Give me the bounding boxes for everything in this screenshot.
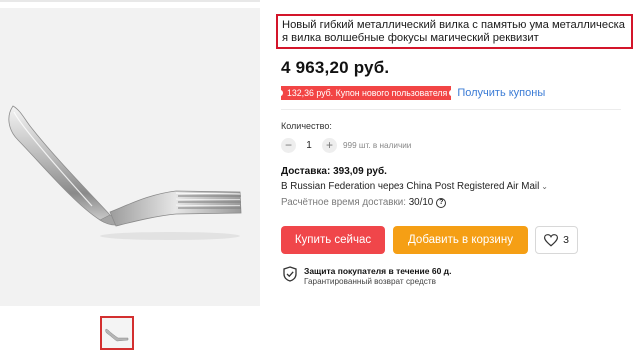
help-icon[interactable]: ?	[436, 197, 447, 208]
quantity-stepper: − 1 + 999 шт. в наличии	[281, 137, 411, 153]
wishlist-button[interactable]: 3	[535, 226, 578, 254]
product-title-highlight: Новый гибкий металлический вилка с памят…	[276, 14, 633, 49]
wishlist-count: 3	[563, 234, 569, 246]
buyer-protection-subtitle: Гарантированный возврат средств	[304, 277, 436, 286]
delivery-route-text: В Russian Federation через China Post Re…	[281, 181, 540, 192]
thumbnail-selected[interactable]	[100, 316, 134, 350]
product-main-image[interactable]	[0, 8, 260, 306]
fork-thumbnail-icon	[105, 328, 129, 342]
stock-count: 999 шт. в наличии	[343, 140, 412, 150]
delivery-cost: Доставка: 393,09 руб.	[281, 166, 387, 177]
chevron-down-icon[interactable]: ⌄	[541, 182, 548, 191]
top-divider	[0, 0, 260, 2]
quantity-value[interactable]: 1	[296, 140, 322, 151]
bent-fork-image	[8, 105, 242, 240]
heart-icon	[544, 233, 559, 247]
delivery-time: Расчётное время доставки: 30/10 ?	[281, 197, 447, 208]
shield-check-icon	[283, 266, 297, 282]
coupon-badge: 132,36 руб. Купон нового пользователя	[277, 86, 455, 100]
coupon-row: 132,36 руб. Купон нового пользователя По…	[277, 86, 545, 100]
product-title: Новый гибкий металлический вилка с памят…	[282, 19, 626, 45]
quantity-increase-button[interactable]: +	[322, 137, 337, 153]
product-price: 4 963,20 руб.	[281, 58, 390, 77]
delivery-method-selector[interactable]: В Russian Federation через China Post Re…	[281, 181, 548, 192]
buy-now-button[interactable]: Купить сейчас	[281, 226, 385, 254]
quantity-label: Количество:	[281, 121, 332, 131]
delivery-time-value: 30/10	[408, 197, 434, 208]
quantity-decrease-button[interactable]: −	[281, 137, 296, 153]
get-coupons-link[interactable]: Получить купоны	[457, 87, 545, 99]
add-to-cart-button[interactable]: Добавить в корзину	[393, 226, 528, 254]
section-divider	[281, 109, 621, 110]
delivery-time-label: Расчётное время доставки:	[281, 197, 406, 208]
buyer-protection-title: Защита покупателя в течение 60 д.	[304, 266, 452, 276]
